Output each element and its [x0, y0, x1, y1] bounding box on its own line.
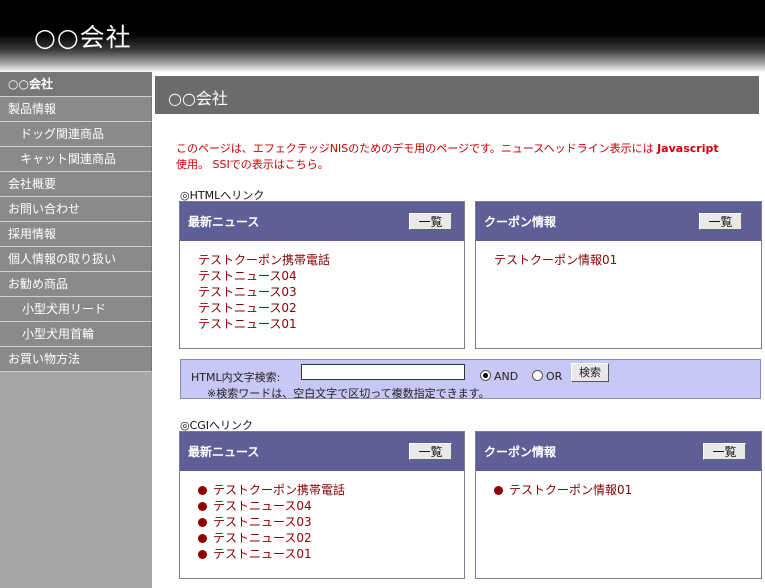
and-radio[interactable]: AND — [480, 370, 518, 383]
sidebar-nav: ○○会社 製品情報 ドッグ関連商品 キャット関連商品 会社概要 お問い合わせ 採用情報 個人情… — [0, 72, 152, 588]
notice-ssi-link[interactable]: 使用。 SSIでの表示はこちら。 — [176, 158, 329, 171]
or-radio[interactable]: OR — [532, 370, 562, 383]
sidebar-item-3[interactable]: キャット関連商品 — [0, 147, 152, 172]
html-coupon-list-button[interactable]: 一覧 — [699, 213, 742, 230]
cgi-coupon-header: クーポン情報 一覧 — [476, 432, 761, 471]
html-coupon-header: クーポン情報 一覧 — [476, 202, 761, 241]
html-news-header: 最新ニュース 一覧 — [180, 202, 464, 241]
html-coupon-title: クーポン情報 — [484, 215, 557, 229]
cgi-coupon-list-button[interactable]: 一覧 — [703, 443, 746, 460]
sidebar-item-8[interactable]: お勧め商品 — [0, 272, 152, 297]
search-input[interactable] — [301, 364, 465, 380]
html-news-list: テストクーポン携帯電話 テストニュース04 テストニュース03 テストニュース02 テス… — [198, 252, 330, 332]
sidebar-item-1[interactable]: 製品情報 — [0, 97, 152, 122]
sidebar-item-4[interactable]: 会社概要 — [0, 172, 152, 197]
sidebar-item-7[interactable]: 個人情報の取り扱い — [0, 247, 152, 272]
html-news-box: 最新ニュース 一覧 テストクーポン携帯電話 テストニュース04 テストニュース03 テ… — [179, 201, 465, 349]
cgi-news-list: テストクーポン携帯電話 テストニュース04 テストニュース03 テストニュース02 テス… — [198, 482, 345, 562]
page-title-bar: ○○会社 — [155, 76, 759, 114]
html-news-title: 最新ニュース — [188, 215, 260, 229]
sidebar-item-0[interactable]: ○○会社 — [0, 72, 152, 97]
html-news-list-button[interactable]: 一覧 — [409, 213, 452, 230]
cgi-news-list-button[interactable]: 一覧 — [409, 443, 452, 460]
sidebar-item-9[interactable]: 小型犬用リード — [0, 297, 152, 322]
search-label: HTML内文字検索: — [191, 371, 281, 384]
sidebar-item-10[interactable]: 小型犬用首輪 — [0, 322, 152, 347]
list-item[interactable]: テストクーポン携帯電話 — [198, 252, 330, 268]
list-item[interactable]: テストニュース02 — [198, 530, 345, 546]
sidebar-item-11[interactable]: お買い物方法 — [0, 347, 152, 372]
main-content: ○○会社 このページは、エフェクテッジNISのためのデモ用のページです。ニュース… — [152, 72, 765, 588]
html-coupon-list: テストクーポン情報01 — [494, 252, 617, 268]
search-panel: HTML内文字検索: AND OR 検索 ※検索ワードは、空白文字で区切って複数… — [180, 359, 761, 400]
cgi-news-box: 最新ニュース 一覧 テストクーポン携帯電話 テストニュース04 テストニュース03 テ… — [179, 431, 465, 579]
html-coupon-box: クーポン情報 一覧 テストクーポン情報01 — [475, 201, 762, 349]
cgi-news-header: 最新ニュース 一覧 — [180, 432, 464, 471]
list-item[interactable]: テストニュース04 — [198, 268, 330, 284]
list-item[interactable]: テストニュース02 — [198, 300, 330, 316]
demo-notice: このページは、エフェクテッジNISのためのデモ用のページです。ニュースヘッドライ… — [176, 141, 762, 173]
notice-text: このページは、エフェクテッジNISのためのデモ用のページです。ニュースヘッドライ… — [176, 142, 654, 155]
cgi-news-title: 最新ニュース — [188, 445, 260, 459]
and-radio-dot[interactable] — [480, 370, 491, 381]
list-item[interactable]: テストニュース04 — [198, 498, 345, 514]
list-item[interactable]: テストクーポン携帯電話 — [198, 482, 345, 498]
sidebar-item-6[interactable]: 採用情報 — [0, 222, 152, 247]
or-label: OR — [546, 370, 563, 383]
list-item[interactable]: テストクーポン情報01 — [494, 482, 632, 498]
or-radio-dot[interactable] — [532, 370, 543, 381]
page-title: ○○会社 — [168, 89, 228, 108]
cgi-coupon-box: クーポン情報 一覧 テストクーポン情報01 — [475, 431, 762, 579]
list-item[interactable]: テストニュース01 — [198, 546, 345, 562]
site-logo[interactable]: ○○会社 — [34, 18, 132, 54]
list-item[interactable]: テストニュース03 — [198, 284, 330, 300]
cgi-coupon-title: クーポン情報 — [484, 445, 557, 459]
sidebar-item-5[interactable]: お問い合わせ — [0, 197, 152, 222]
list-item[interactable]: テストニュース03 — [198, 514, 345, 530]
list-item[interactable]: テストニュース01 — [198, 316, 330, 332]
search-note: ※検索ワードは、空白文字で区切って複数指定できます。 — [207, 387, 490, 400]
list-item[interactable]: テストクーポン情報01 — [494, 252, 617, 268]
site-header: ○○会社 — [0, 0, 765, 72]
cgi-coupon-list: テストクーポン情報01 — [494, 482, 632, 498]
sidebar-item-2[interactable]: ドッグ関連商品 — [0, 122, 152, 147]
search-button[interactable]: 検索 — [571, 363, 609, 382]
notice-javascript: Javascript — [657, 142, 719, 155]
and-label: AND — [494, 370, 519, 383]
